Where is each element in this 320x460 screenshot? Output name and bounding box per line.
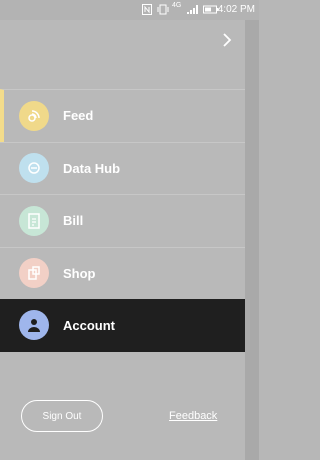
sign-out-button[interactable]: Sign Out [21, 400, 103, 432]
feed-icon [19, 100, 49, 131]
drawer-item-bill[interactable]: Bill [0, 194, 245, 247]
drawer-item-label: Bill [63, 213, 84, 229]
drawer-scrim[interactable] [245, 20, 259, 460]
vibrate-icon [157, 4, 169, 15]
account-icon [19, 310, 49, 341]
battery-icon [203, 5, 219, 14]
bill-icon [19, 205, 49, 236]
nfc-icon [142, 4, 152, 15]
status-time: 4:02 PM [217, 4, 255, 15]
drawer-item-label: Data Hub [63, 160, 121, 176]
drawer-item-account[interactable]: Account [0, 299, 245, 352]
account-icon-glyph [28, 319, 40, 333]
drawer-item-label: Account [63, 317, 115, 333]
drawer-item-label: Feed [63, 108, 94, 124]
status-bar: 4G 4:02 PM [0, 0, 259, 20]
feedback-link[interactable]: Feedback [169, 410, 217, 422]
signal-icon [187, 5, 198, 14]
chevron-right-icon[interactable] [216, 30, 238, 52]
drawer-item-label: Shop [63, 265, 96, 281]
drawer-item-shop[interactable]: Shop [0, 246, 245, 300]
drawer-item-data-hub[interactable]: Data Hub [0, 141, 245, 195]
bill-icon-glyph [28, 213, 40, 229]
feed-icon-glyph [28, 110, 40, 122]
drawer-menu: Feed Data Hub Bill Shop Account [0, 89, 245, 352]
data-hub-icon-glyph [28, 162, 40, 174]
shop-icon [19, 258, 49, 289]
drawer-item-feed[interactable]: Feed [0, 89, 245, 142]
chevron-right-icon-glyph [223, 33, 232, 47]
data-hub-icon [19, 153, 49, 184]
shop-icon-glyph [28, 266, 40, 280]
network-type-label: 4G [172, 2, 182, 9]
